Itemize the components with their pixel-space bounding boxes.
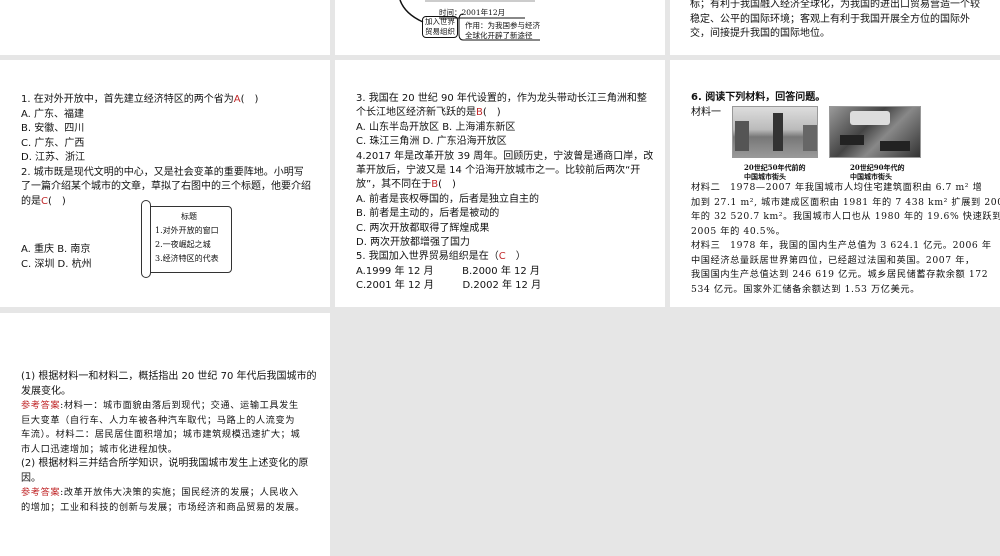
option: B. 前者是主动的，后者是被动的: [356, 208, 500, 220]
answer-text: 巨大变革（自行车、人力车被各种汽车取代；马路上的人流变为: [21, 414, 296, 426]
option: C. 两次开放都取得了辉煌成果: [356, 222, 490, 234]
question-stem: 个长江地区经济新飞跃的是: [356, 107, 476, 119]
text-line: 材料三 1978 年，我国的国内生产总值为 3 624.1 亿元。2006 年: [691, 240, 992, 251]
answer-text: :改革开放伟大决策的实施；国民经济的发展；人民收入: [60, 487, 299, 498]
wto-node: 加入世界 贸易组织: [422, 16, 458, 38]
option: A. 广东、福建: [21, 108, 85, 120]
answer-blank: ( ): [240, 94, 259, 105]
question-stem: 5. 我国加入世界贸易组织是在: [356, 251, 489, 263]
caption-line: 20世纪90年代的: [850, 163, 905, 172]
answer-label: 参考答案: [21, 400, 61, 411]
text-line: 交，间接提升我国的国际地位。: [690, 28, 830, 39]
option: C. 深圳 D. 杭州: [21, 258, 92, 270]
option: D. 两次开放都增强了国力: [356, 237, 471, 249]
scroll-roll: [141, 200, 151, 278]
option: C. 珠江三角洲 D. 广东沿海开放区: [356, 136, 507, 148]
scroll-item: 1.对外开放的窗口: [155, 226, 219, 235]
answer-mark: A: [233, 94, 241, 105]
sub-question: 发展变化。: [21, 385, 71, 397]
slide-top-left: [0, 0, 330, 55]
question-stem: 2. 城市既是现代文明的中心，又是社会变革的重要阵地。小明写: [21, 166, 304, 178]
answers-block: (1) 根据材料一和材料二，概括指出 20 世纪 70 年代后我国城市的 发展变…: [21, 370, 317, 515]
answer-continuation: 标；有利于我国融入经济全球化，为我国的进出口贸易营造一个较 稳定、公平的国际环境…: [690, 0, 980, 42]
option: C. 广东、广西: [21, 137, 85, 149]
text-line: 534 亿元。国家外汇储备余额达到 1.53 万亿美元。: [691, 283, 920, 295]
title-scroll: 标题 1.对外开放的窗口 2.一夜崛起之城 3.经济特区的代表: [146, 206, 232, 273]
caption-line: 中国城市街头: [850, 172, 892, 181]
slide-questions-1-2: 1. 在对外开放中，首先建立经济特区的两个省为A( ) A. 广东、福建 B. …: [0, 60, 330, 307]
option: C.2001 年 12 月 D.2002 年 12 月: [356, 280, 542, 292]
answer-label: 参考答案: [21, 487, 61, 498]
question-stem: 革开放后，宁波又是 14 个沿海开放城市之一。比较前后两次“开: [356, 165, 641, 177]
text-line: 中国经济总量跃居世界第四位，已经超过法国和英国。2007 年，: [691, 254, 975, 266]
text-line: 我国国内生产总值达到 246 619 亿元。城乡居民储蓄存款余额 172: [691, 269, 989, 280]
wto-effect-line: 全球化开辟了新途径: [465, 31, 533, 40]
slide-top-right: 标；有利于我国融入经济全球化，为我国的进出口贸易营造一个较 稳定、公平的国际环境…: [670, 0, 1000, 55]
answer-mark: C: [498, 251, 506, 263]
slide-top-middle: 加入世界 贸易组织 时间：2001年12月 作用：为我国参与经济 全球化开辟了新…: [335, 0, 665, 55]
old-street-photo: [732, 106, 818, 158]
sub-question: (1) 根据材料一和材料二，概括指出 20 世纪 70 年代后我国城市的: [21, 371, 317, 382]
option: D. 江苏、浙江: [21, 152, 86, 163]
caption-line: 中国城市街头: [744, 172, 786, 181]
answer-text: 的增加；工业和科技的创新与发展；市场经济和商品贸易的发展。: [21, 501, 305, 513]
text-line: 稳定、公平的国际环境；客观上有利于我国开展全方位的国际外: [690, 13, 970, 25]
text-line: 材料二 1978—2007 年我国城市人均住宅建筑面积由 6.7 m² 增: [691, 182, 983, 193]
wto-effect-line: 作用：为我国参与经济: [465, 21, 540, 30]
scroll-item: 3.经济特区的代表: [155, 254, 219, 263]
scroll-title: 标题: [181, 212, 197, 221]
wto-time: 时间：2001年12月: [439, 8, 506, 17]
option: B. 安徽、四川: [21, 123, 85, 134]
question-1: 1. 在对外开放中，首先建立经济特区的两个省为A( ) A. 广东、福建 B. …: [21, 93, 311, 209]
answer-blank: ( ): [47, 195, 66, 207]
sub-question: (2) 根据材料三并结合所学知识，说明我国城市发生上述变化的原: [21, 458, 309, 469]
slide-answers: (1) 根据材料一和材料二，概括指出 20 世纪 70 年代后我国城市的 发展变…: [0, 313, 330, 556]
answer-text: 车流）。材料二：居民居住面积增加；城市建筑规模迅速扩大；城: [21, 429, 301, 440]
answer-text: 市人口迅速增加；城市化进程加快。: [21, 443, 178, 455]
wto-node-line: 贸易组织: [425, 27, 455, 36]
slide-questions-3-5: 3. 我国在 20 世纪 90 年代设置的，作为龙头带动长江三角洲和整 个长江地…: [335, 60, 665, 307]
option: A. 山东半岛开放区 B. 上海浦东新区: [356, 121, 516, 133]
option: A. 重庆 B. 南京: [21, 244, 91, 255]
answer-mark: C: [41, 195, 48, 207]
question-stem: 1. 在对外开放中，首先建立经济特区的两个省为: [21, 94, 234, 105]
question-2-options: A. 重庆 B. 南京 C. 深圳 D. 杭州: [21, 243, 92, 272]
questions-3-5: 3. 我国在 20 世纪 90 年代设置的，作为龙头带动长江三角洲和整 个长江地…: [356, 92, 653, 294]
question-stem: 放”，其不同在于: [356, 179, 432, 191]
answer-text: :材料一：城市面貌由落后到现代；交通、运输工具发生: [60, 400, 299, 411]
materials-2-3: 材料二 1978—2007 年我国城市人均住宅建筑面积由 6.7 m² 增 加到…: [691, 181, 1000, 297]
question-stem: 3. 我国在 20 世纪 90 年代设置的，作为龙头带动长江三角洲和整: [356, 93, 647, 104]
photo-caption: 20世纪50年代前的 中国城市街头: [744, 163, 805, 181]
text-line: 年的 32 520.7 km²。我国城市人口也从 1980 年的 19.6% 快…: [691, 211, 1000, 222]
wto-node-line: 加入世界: [425, 17, 455, 26]
caption-line: 20世纪50年代前的: [744, 163, 806, 172]
text-line: 标；有利于我国融入经济全球化，为我国的进出口贸易营造一个较: [690, 0, 980, 10]
question-stem: 4.2017 年是改革开放 39 周年。回顾历史，宁波曾是通商口岸，改: [356, 150, 654, 162]
wto-effect: 作用：为我国参与经济 全球化开辟了新途径: [465, 21, 540, 41]
text-line: 加到 27.1 m², 城市建成区面积由 1981 年的 7 438 km² 扩…: [691, 196, 1000, 208]
option: A. 前者是丧权辱国的，后者是独立自主的: [356, 193, 540, 205]
text-line: 2005 年的 40.5%。: [691, 225, 786, 237]
question-stem: 6. 阅读下列材料，回答问题。: [691, 92, 826, 103]
option: A.1999 年 12 月 B.2000 年 12 月: [356, 265, 540, 277]
photo-caption: 20世纪90年代的 中国城市街头: [850, 163, 904, 181]
sub-question: 因。: [21, 472, 41, 484]
modern-street-photo: [829, 106, 921, 158]
slide-question-6: 6. 阅读下列材料，回答问题。 材料一 20世纪50年代前的 中国城市街头 20…: [670, 60, 1000, 307]
answer-blank: ( ): [438, 179, 456, 191]
question-stem: 的是: [21, 195, 41, 207]
answer-mark: B: [476, 107, 483, 119]
scroll-item: 2.一夜崛起之城: [155, 240, 211, 249]
answer-blank: ( ): [482, 107, 501, 119]
question-stem: 了一篇介绍某个城市的文章，草拟了右图中的三个标题，他要介绍: [21, 181, 311, 192]
